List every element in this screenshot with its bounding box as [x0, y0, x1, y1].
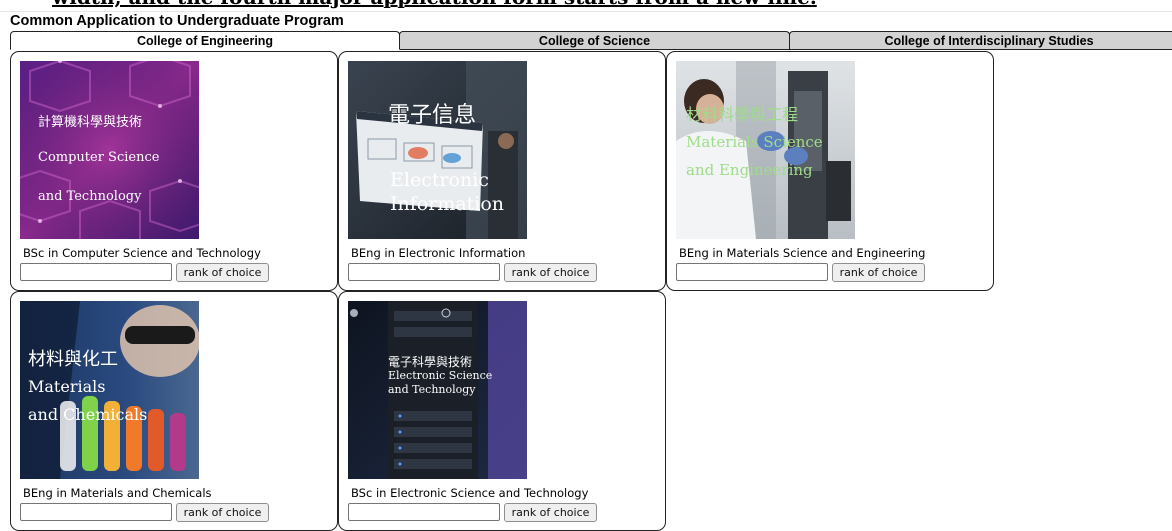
clipped-instruction-text: width, and the fourth major application … — [52, 0, 817, 8]
program-image-materials-and-chemicals — [20, 301, 199, 479]
rank-input[interactable] — [676, 263, 828, 281]
college-tabs: College of Engineering College of Scienc… — [10, 31, 1172, 51]
program-name: BSc in Electronic Science and Technology — [351, 486, 589, 500]
program-name: BSc in Computer Science and Technology — [23, 246, 261, 260]
program-card-materials-science: 材料科學與工程 Materials Science and Engineerin… — [666, 51, 994, 291]
rank-of-choice-button[interactable]: rank of choice — [832, 263, 925, 282]
tab-college-of-engineering[interactable]: College of Engineering — [10, 31, 400, 50]
program-card-electronic-information: 電子信息 Electronic Information BEng in Elec… — [338, 51, 666, 291]
program-name: BEng in Electronic Information — [351, 246, 526, 260]
program-image-electronic-science — [348, 301, 527, 479]
program-card-computer-science: 計算機科學與技術 Computer Science and Technology… — [10, 51, 338, 291]
program-name: BEng in Materials Science and Engineerin… — [679, 246, 926, 260]
rank-input[interactable] — [20, 503, 172, 521]
tab-college-of-science[interactable]: College of Science — [399, 31, 790, 50]
rank-of-choice-button[interactable]: rank of choice — [504, 503, 597, 522]
rank-of-choice-button[interactable]: rank of choice — [176, 263, 269, 282]
program-card-materials-and-chemicals: 材料與化工 Materials and Chemicals BEng in Ma… — [10, 291, 338, 531]
rank-of-choice-button[interactable]: rank of choice — [504, 263, 597, 282]
tab-college-of-interdisciplinary-studies[interactable]: College of Interdisciplinary Studies — [789, 31, 1172, 50]
form-title: Common Application to Undergraduate Prog… — [10, 13, 344, 29]
rank-input[interactable] — [20, 263, 172, 281]
rank-of-choice-button[interactable]: rank of choice — [176, 503, 269, 522]
program-name: BEng in Materials and Chemicals — [23, 486, 212, 500]
rank-input[interactable] — [348, 503, 500, 521]
program-image-electronic-information — [348, 61, 527, 239]
program-image-computer-science — [20, 61, 199, 239]
rank-input[interactable] — [348, 263, 500, 281]
program-image-materials-science — [676, 61, 855, 239]
program-card-electronic-science: 電子科學與技術 Electronic Science and Technolog… — [338, 291, 666, 531]
top-divider — [0, 11, 1172, 12]
